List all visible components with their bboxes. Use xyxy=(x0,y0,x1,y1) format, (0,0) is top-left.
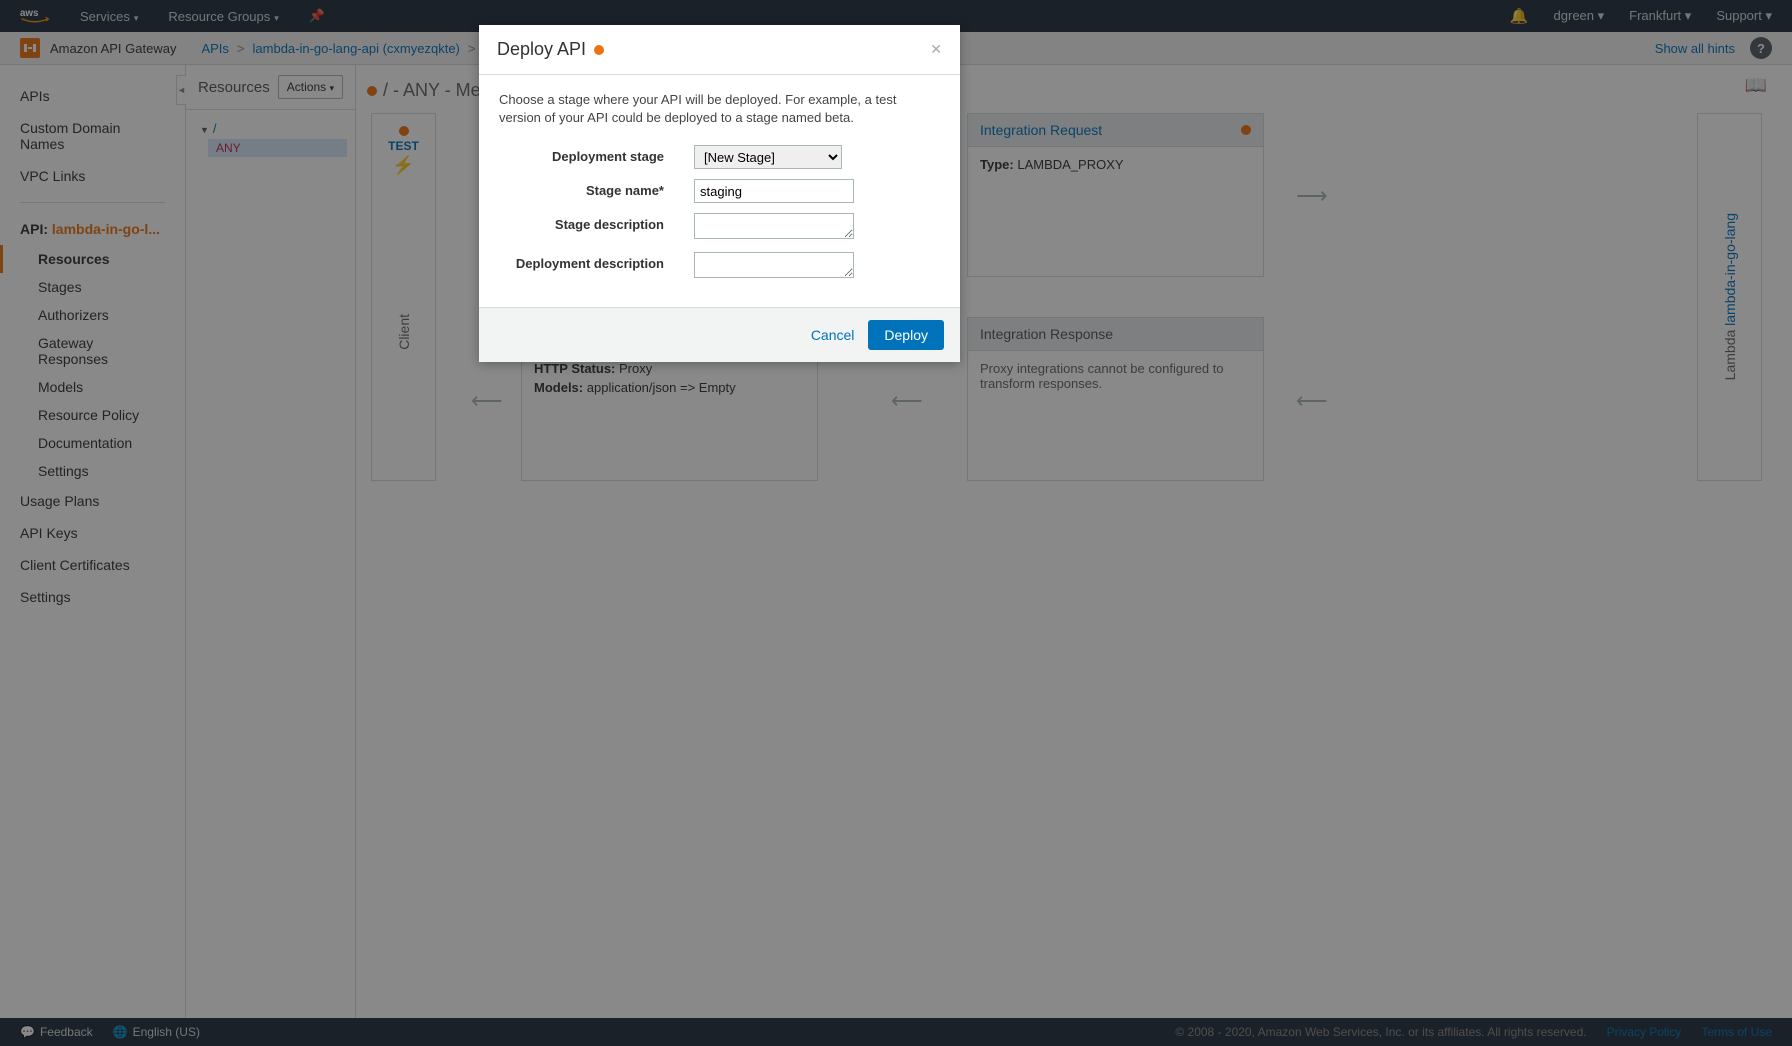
stage-name-input[interactable] xyxy=(694,179,854,203)
hint-dot-icon xyxy=(594,45,604,55)
stage-name-label: Stage name* xyxy=(499,179,694,198)
stage-desc-input[interactable] xyxy=(694,213,854,239)
deployment-stage-label: Deployment stage xyxy=(499,145,694,164)
modal-title: Deploy API xyxy=(497,39,586,60)
deployment-stage-select[interactable]: [New Stage] xyxy=(694,145,842,169)
close-icon[interactable]: ✕ xyxy=(930,41,942,58)
deploy-api-modal: Deploy API ✕ Choose a stage where your A… xyxy=(479,25,960,362)
cancel-button[interactable]: Cancel xyxy=(811,327,855,343)
modal-description: Choose a stage where your API will be de… xyxy=(499,91,940,127)
stage-desc-label: Stage description xyxy=(499,213,694,232)
deploy-desc-input[interactable] xyxy=(694,252,854,278)
deploy-desc-label: Deployment description xyxy=(499,252,694,271)
deploy-button[interactable]: Deploy xyxy=(868,320,944,350)
